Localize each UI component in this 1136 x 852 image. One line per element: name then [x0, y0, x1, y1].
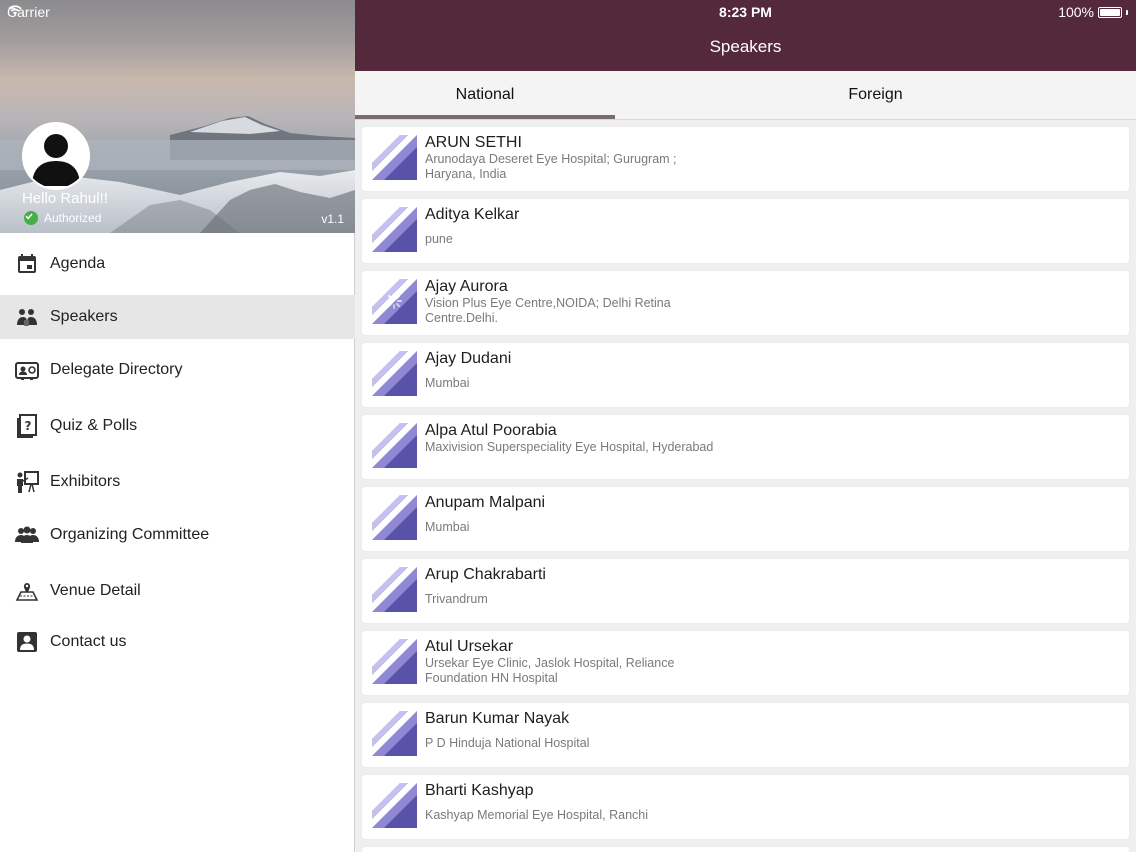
tab-indicator — [355, 115, 615, 119]
profile-header: Carrier Hello Rahul!! Authorized v1.1 — [0, 0, 355, 233]
user-silhouette-icon — [32, 134, 80, 186]
auth-status-label: Authorized — [44, 211, 102, 225]
status-time: 8:23 PM — [719, 4, 772, 20]
battery-icon — [1098, 6, 1122, 18]
app-version: v1.1 — [321, 212, 344, 226]
main-panel: 8:23 PM 100% Speakers National Foreign A… — [355, 0, 1136, 852]
list-item[interactable]: ARUN SETHI Arunodaya Deseret Eye Hospita… — [362, 127, 1129, 191]
speaker-photo-placeholder-icon — [372, 279, 417, 324]
battery-status: 100% — [1058, 4, 1128, 20]
sidebar-item-label: Organizing Committee — [50, 526, 210, 543]
list-item[interactable]: Anupam Malpani Mumbai — [362, 487, 1129, 551]
list-item[interactable]: Ajay Dudani Mumbai — [362, 343, 1129, 407]
speaker-name: Alpa Atul Poorabia — [425, 422, 557, 439]
sidebar-item-delegate-directory[interactable]: Delegate Directory — [0, 348, 355, 392]
list-item[interactable]: Bharti Kashyap Kashyap Memorial Eye Hosp… — [362, 775, 1129, 839]
speaker-affiliation: Kashyap Memorial Eye Hospital, Ranchi — [425, 808, 649, 822]
speaker-affiliation: Maxivision Superspeciality Eye Hospital,… — [425, 440, 714, 454]
speaker-name: Anupam Malpani — [425, 494, 546, 511]
list-item[interactable]: Aditya Kelkar pune — [362, 199, 1129, 263]
list-item[interactable]: Barun Kumar Nayak P D Hinduja National H… — [362, 703, 1129, 767]
speaker-photo-placeholder-icon — [372, 207, 417, 252]
list-item-partial[interactable] — [362, 847, 1129, 852]
speakers-icon — [15, 305, 39, 329]
contact-icon — [15, 630, 39, 654]
speaker-photo-placeholder-icon — [372, 567, 417, 612]
check-icon — [24, 211, 38, 225]
list-item[interactable]: Ajay Aurora Vision Plus Eye Centre,NOIDA… — [362, 271, 1129, 335]
sidebar-item-label: Delegate Directory — [50, 361, 183, 378]
battery-tip — [1126, 9, 1128, 15]
speaker-affiliation: Mumbai — [425, 520, 470, 534]
page-title: Speakers — [709, 37, 782, 56]
speaker-affiliation: pune — [425, 232, 453, 246]
quiz-icon: ? — [15, 414, 39, 438]
sidebar-item-contact-us[interactable]: Contact us — [0, 620, 355, 664]
speaker-photo-placeholder-icon — [372, 351, 417, 396]
speaker-photo-placeholder-icon — [372, 495, 417, 540]
battery-label: 100% — [1058, 4, 1094, 20]
speaker-photo-placeholder-icon — [372, 423, 417, 468]
speaker-photo-placeholder-icon — [372, 135, 417, 180]
sidebar-item-label: Speakers — [50, 308, 118, 325]
tab-national[interactable]: National — [355, 71, 615, 119]
presenter-icon — [15, 470, 39, 494]
id-card-icon — [15, 358, 39, 382]
sidebar-item-label: Contact us — [50, 633, 127, 650]
speaker-affiliation: Vision Plus Eye Centre,NOIDA; Delhi Reti… — [425, 296, 671, 325]
speaker-affiliation: Trivandrum — [425, 592, 488, 606]
sidebar-item-venue-detail[interactable]: Venue Detail — [0, 569, 355, 613]
sidebar-item-label: Agenda — [50, 255, 106, 272]
speaker-name: Bharti Kashyap — [425, 782, 534, 799]
speaker-affiliation: Arunodaya Deseret Eye Hospital; Gurugram… — [425, 152, 677, 181]
speaker-name: Ajay Aurora — [425, 278, 508, 295]
sidebar-item-exhibitors[interactable]: Exhibitors — [0, 460, 355, 504]
speaker-name: Barun Kumar Nayak — [425, 710, 570, 727]
sidebar-item-label: Quiz & Polls — [50, 417, 138, 434]
sidebar-item-organizing-committee[interactable]: Organizing Committee — [0, 513, 355, 557]
list-item[interactable]: Atul Ursekar Ursekar Eye Clinic, Jaslok … — [362, 631, 1129, 695]
map-icon — [15, 579, 39, 603]
sidebar-item-agenda[interactable]: Agenda — [0, 242, 355, 286]
speaker-photo-placeholder-icon — [372, 639, 417, 684]
calendar-icon — [15, 252, 39, 276]
speaker-photo-placeholder-icon — [372, 711, 417, 756]
speaker-affiliation: P D Hinduja National Hospital — [425, 736, 590, 750]
sidebar-item-quiz-polls[interactable]: ? Quiz & Polls — [0, 404, 355, 448]
speaker-name: Arup Chakrabarti — [425, 566, 546, 583]
sidebar-item-label: Exhibitors — [50, 473, 121, 490]
speaker-name: Ajay Dudani — [425, 350, 512, 367]
speaker-name: ARUN SETHI — [425, 134, 522, 151]
group-icon — [15, 523, 39, 547]
speaker-name: Aditya Kelkar — [425, 206, 520, 223]
list-item[interactable]: Arup Chakrabarti Trivandrum — [362, 559, 1129, 623]
sidebar: Carrier Hello Rahul!! Authorized v1.1 Ag… — [0, 0, 355, 852]
speaker-photo-placeholder-icon — [372, 783, 417, 828]
wifi-icon — [8, 5, 22, 15]
carrier-status: Carrier — [7, 4, 50, 20]
auth-status: Authorized — [24, 211, 101, 225]
list-item[interactable]: Alpa Atul Poorabia Maxivision Superspeci… — [362, 415, 1129, 479]
speaker-affiliation: Mumbai — [425, 376, 470, 390]
sidebar-item-label: Venue Detail — [50, 582, 141, 599]
nav-bar: 8:23 PM 100% Speakers — [355, 0, 1136, 71]
greeting: Hello Rahul!! — [22, 190, 108, 207]
avatar[interactable] — [22, 122, 90, 190]
speaker-affiliation: Ursekar Eye Clinic, Jaslok Hospital, Rel… — [425, 656, 675, 685]
speaker-name: Atul Ursekar — [425, 638, 514, 655]
svg-text:?: ? — [25, 419, 32, 433]
speaker-tabs: National Foreign — [355, 71, 1136, 120]
tab-foreign[interactable]: Foreign — [615, 71, 1136, 119]
sidebar-item-speakers[interactable]: Speakers — [0, 295, 355, 339]
